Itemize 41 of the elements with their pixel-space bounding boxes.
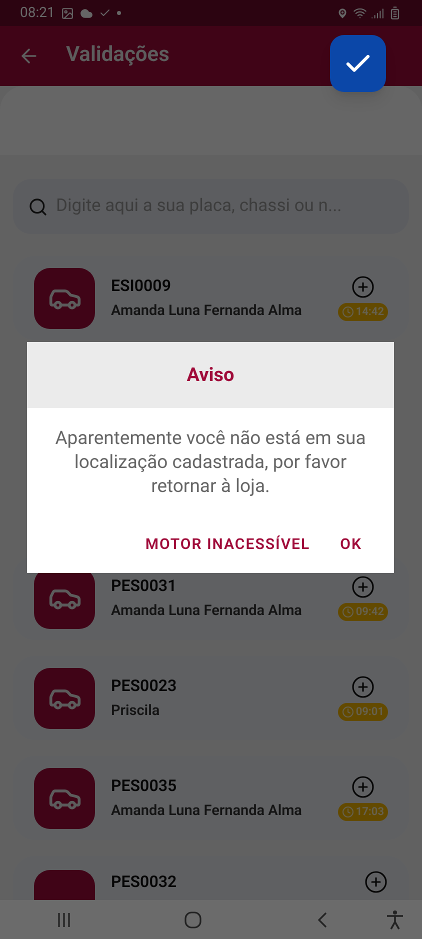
accessibility-icon[interactable] (386, 910, 404, 930)
plate-text: ESI0009 (111, 275, 172, 298)
dialog-button[interactable]: OK (340, 532, 362, 555)
add-button[interactable] (350, 274, 375, 299)
owner-name: Amanda Luna Fernanda Alma (111, 301, 303, 322)
search-icon (28, 196, 48, 216)
owner-name: Amanda Luna Fernanda Alma (111, 801, 303, 822)
home-icon[interactable] (184, 910, 202, 928)
plate-text: PES0023 (111, 675, 178, 698)
recents-icon[interactable] (56, 912, 72, 928)
add-icon (350, 674, 375, 699)
status-time: 08:21 (20, 4, 55, 22)
owner-name: Amanda Luna Fernanda Alma (111, 601, 303, 622)
plate-text: PES0035 (111, 775, 178, 798)
location-icon (336, 6, 349, 20)
back-nav-icon[interactable] (316, 910, 328, 928)
add-button[interactable] (350, 574, 375, 599)
add-icon (364, 870, 388, 894)
confirm-button[interactable] (330, 35, 386, 92)
check-icon (98, 7, 111, 19)
add-button[interactable] (350, 774, 375, 799)
add-button[interactable] (350, 674, 375, 699)
cloud-icon (80, 6, 93, 20)
time-badge: 17:03 (338, 802, 388, 822)
add-icon (350, 574, 375, 599)
add-icon (350, 274, 375, 299)
time-badge: 09:01 (338, 702, 388, 722)
dialog-message: Aparentemente você não está em sua localização cadastrada, por favor retornar à loja. (54, 426, 367, 498)
dialog-button[interactable]: MOTOR INACESSÍVEL (145, 532, 310, 555)
plate-text: PES0032 (111, 871, 178, 893)
battery-icon (388, 6, 402, 20)
owner-name: Priscila (111, 701, 161, 722)
dialog-title: Aviso (186, 362, 234, 388)
plate-text: PES0031 (111, 575, 178, 598)
time-badge: 14:42 (338, 302, 388, 322)
wifi-icon (353, 6, 367, 20)
time-badge: 09:42 (338, 602, 388, 622)
add-icon (350, 774, 375, 799)
add-button[interactable] (364, 870, 388, 894)
screen-title: Validações (66, 42, 170, 70)
image-icon (60, 6, 74, 20)
